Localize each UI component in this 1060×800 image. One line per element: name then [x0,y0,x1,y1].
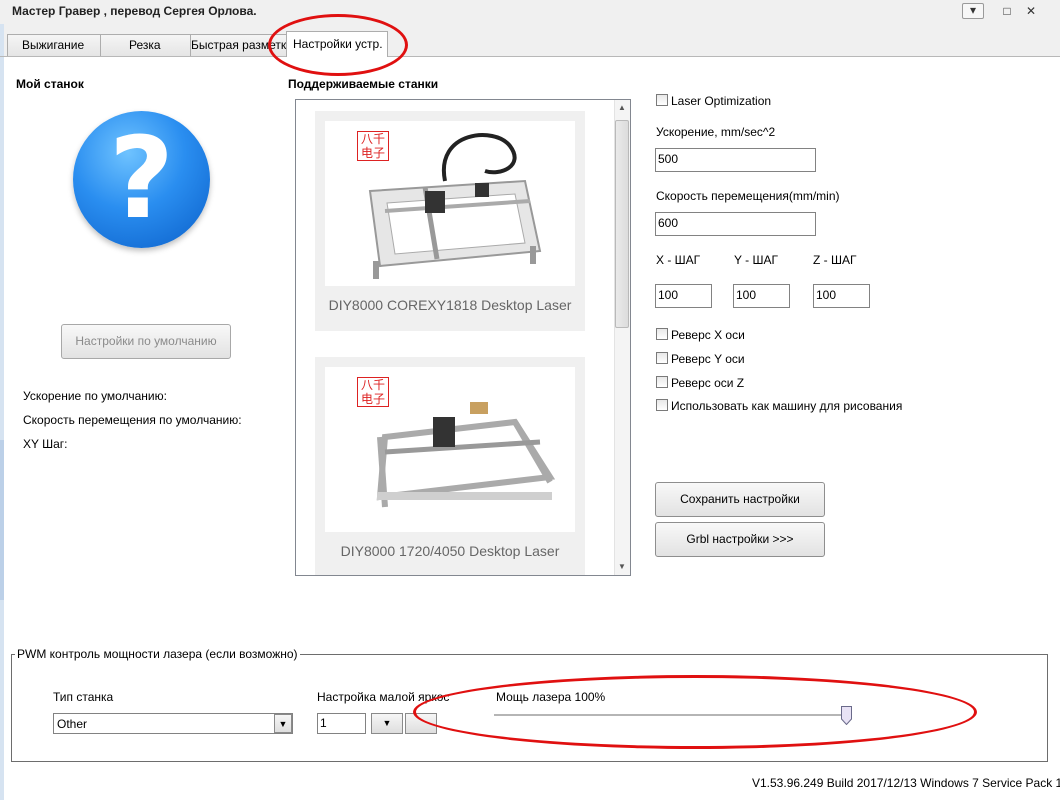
brand-logo: 八千 电子 [357,131,389,161]
close-icon[interactable]: ✕ [1018,2,1044,20]
scroll-down-icon[interactable]: ▼ [614,562,630,571]
drawing-machine-checkbox[interactable] [656,399,668,411]
tab-quick-marking[interactable]: Быстрая разметка [190,34,290,56]
laser-optimization-label: Laser Optimization [671,94,772,108]
scrollbar-thumb[interactable] [615,120,629,328]
acceleration-input[interactable]: 500 [655,148,816,172]
travel-speed-label: Скорость перемещения(mm/min) [656,189,840,203]
machine-name: DIY8000 COREXY1818 Desktop Laser [328,297,572,313]
pwm-group-title: PWM контроль мощности лазера (если возмо… [15,647,300,661]
acceleration-label: Ускорение, mm/sec^2 [656,125,776,139]
machine-type-label: Тип станка [53,690,114,704]
tab-label: Резка [129,38,161,52]
reverse-y-label: Реверс Y оси [671,352,745,366]
z-step-label: Z - ШАГ [813,253,857,267]
laser-optimization-checkbox[interactable] [656,94,668,106]
machine-type-value: Other [57,717,88,731]
laser-power-label: Мощь лазера 100% [496,690,606,704]
machine-card[interactable]: 八千 电子 DIY8000 1720/4050 Desktop Laser [315,357,585,575]
brand-logo: 八千 电子 [357,377,389,407]
machine-image: 八千 电子 [325,121,575,286]
tab-label: Настройки устр. [293,37,383,51]
y-step-input[interactable]: 100 [733,284,790,308]
tab-label: Быстрая разметка [191,38,290,52]
tab-cutting[interactable]: Резка [100,34,192,56]
default-settings-button[interactable]: Настройки по умолчанию [61,324,231,359]
machine-type-select[interactable]: Other ▼ [53,713,293,734]
extra-dropdown-button[interactable] [405,713,437,734]
reverse-z-checkbox[interactable] [656,376,668,388]
my-machine-heading: Мой станок [16,77,84,91]
grbl-settings-button[interactable]: Grbl настройки >>> [655,522,825,557]
restore-icon[interactable]: ▾ [962,3,984,19]
x-step-input[interactable]: 100 [655,284,712,308]
chevron-down-icon[interactable]: ▼ [371,713,403,734]
reverse-x-label: Реверс X оси [671,328,745,342]
laser-power-slider-track[interactable] [494,714,852,717]
y-step-label: Y - ШАГ [734,253,778,267]
xy-step-label: XY Шаг: [23,437,68,451]
x-step-label: X - ШАГ [656,253,701,267]
z-step-input[interactable]: 100 [813,284,870,308]
travel-speed-input[interactable]: 600 [655,212,816,236]
chevron-down-icon[interactable]: ▼ [274,714,292,733]
tab-label: Выжигание [22,38,85,52]
reverse-x-checkbox[interactable] [656,328,668,340]
version-footer: V1.53.96.249 Build 2017/12/13 Windows 7 … [752,776,1060,790]
low-brightness-input[interactable]: 1 [317,713,366,734]
tab-burning[interactable]: Выжигание [7,34,102,56]
drawing-machine-label: Использовать как машину для рисования [671,399,903,413]
window-title: Мастер Гравер , перевод Сергея Орлова. [12,4,257,18]
default-accel-label: Ускорение по умолчанию: [23,389,167,403]
question-mark-icon: ? [109,114,174,244]
reverse-z-label: Реверс оси Z [671,376,745,390]
reverse-y-checkbox[interactable] [656,352,668,364]
pwm-group [11,654,1048,762]
machine-image: 八千 电子 [325,367,575,532]
machine-card[interactable]: 八千 电子 DIY8000 COREXY1818 Desktop Laser [315,111,585,331]
machine-name: DIY8000 1720/4050 Desktop Laser [340,543,560,559]
laser-power-slider-thumb[interactable] [841,706,852,725]
low-brightness-label: Настройка малой яркости [317,690,451,704]
supported-machines-heading: Поддерживаемые станки [288,77,439,91]
maximize-icon[interactable]: □ [994,2,1020,20]
machine-list[interactable]: 八千 电子 DIY8000 COREXY1818 Desktop Laser 八… [295,99,631,576]
tab-device-settings[interactable]: Настройки устр. [286,31,388,57]
save-settings-button[interactable]: Сохранить настройки [655,482,825,517]
default-speed-label: Скорость перемещения по умолчанию: [23,413,242,427]
scroll-up-icon[interactable]: ▲ [614,103,630,112]
